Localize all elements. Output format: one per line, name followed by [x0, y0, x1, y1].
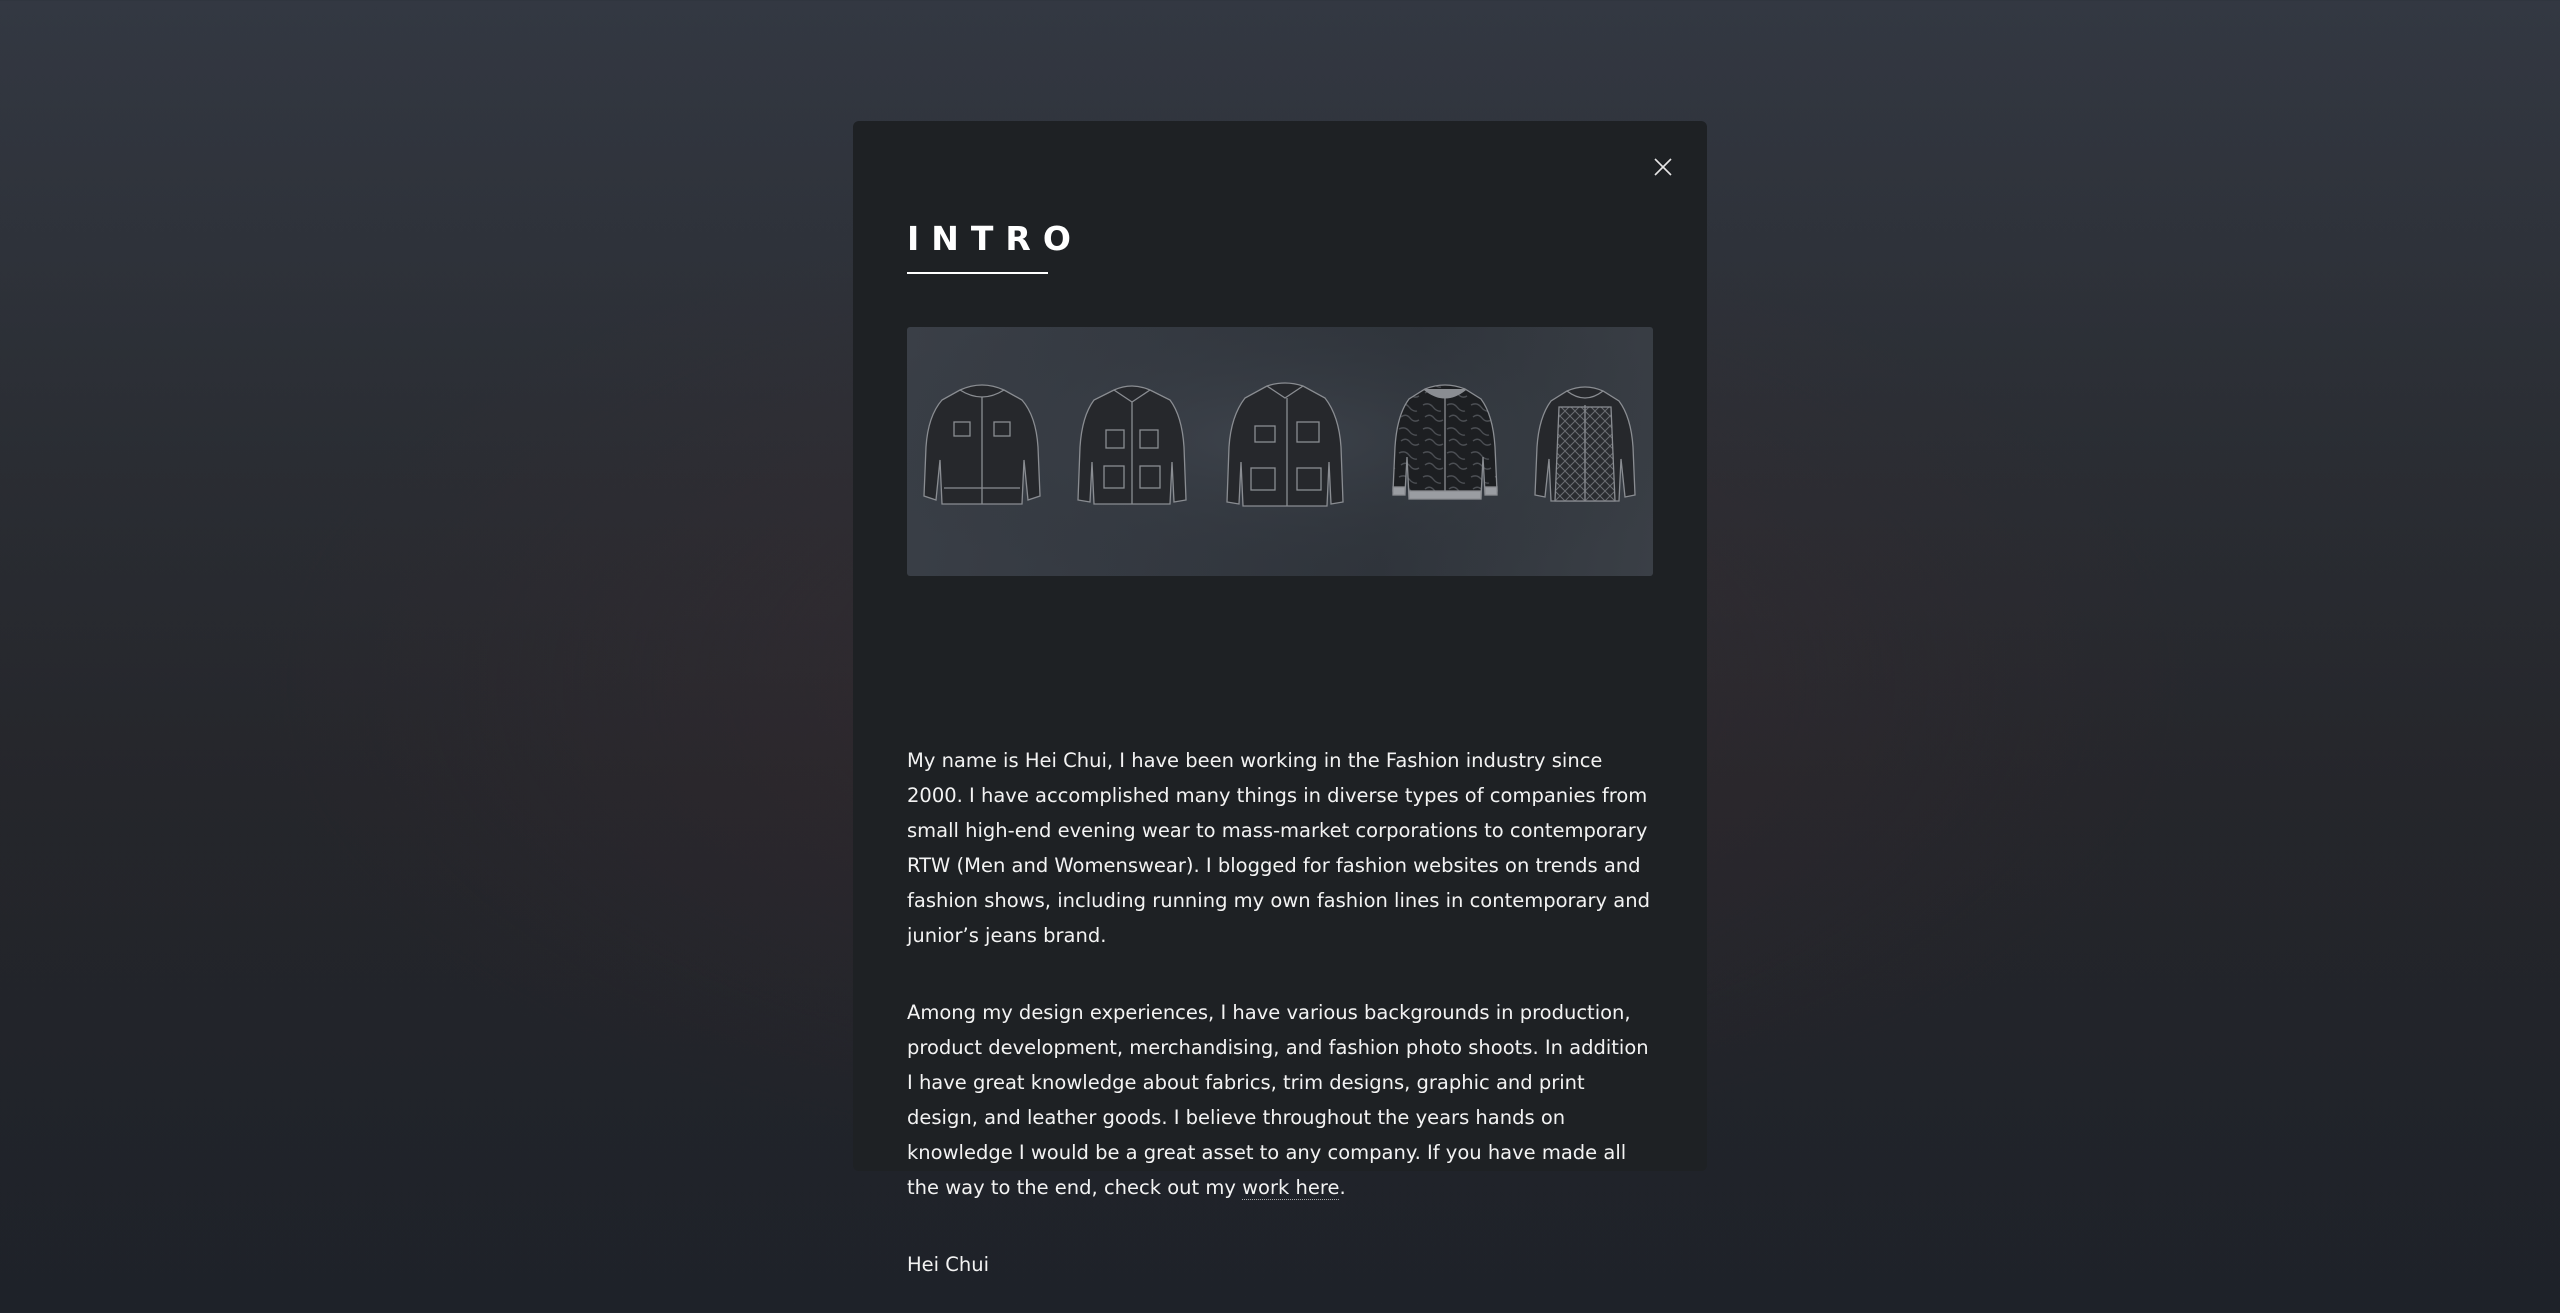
jackets-illustration	[907, 327, 1653, 576]
jacket-2-icon	[1077, 385, 1187, 505]
paragraph-2-end: .	[1339, 1176, 1346, 1199]
close-button[interactable]	[1643, 147, 1683, 187]
intro-modal: INTRO My name is Hei Chui, I have been w…	[853, 121, 1707, 1276]
intro-content: My name is Hei Chui, I have been working…	[907, 743, 1653, 1313]
intro-paragraph-2: Among my design experiences, I have vari…	[907, 995, 1653, 1205]
jacket-4-icon	[1392, 384, 1498, 500]
work-here-link[interactable]: work here	[1242, 1176, 1340, 1200]
jacket-3-icon	[1226, 382, 1344, 507]
close-icon	[1654, 158, 1672, 176]
intro-paragraph-1: My name is Hei Chui, I have been working…	[907, 749, 1650, 947]
hero-image	[907, 327, 1653, 576]
jacket-1-icon	[923, 384, 1041, 505]
title-underline	[907, 272, 1048, 274]
signature: Hei Chui	[907, 1253, 990, 1276]
jacket-5-icon	[1534, 386, 1636, 502]
paragraph-2-text: Among my design experiences, I have vari…	[907, 1001, 1649, 1199]
modal-title: INTRO	[907, 219, 1083, 258]
